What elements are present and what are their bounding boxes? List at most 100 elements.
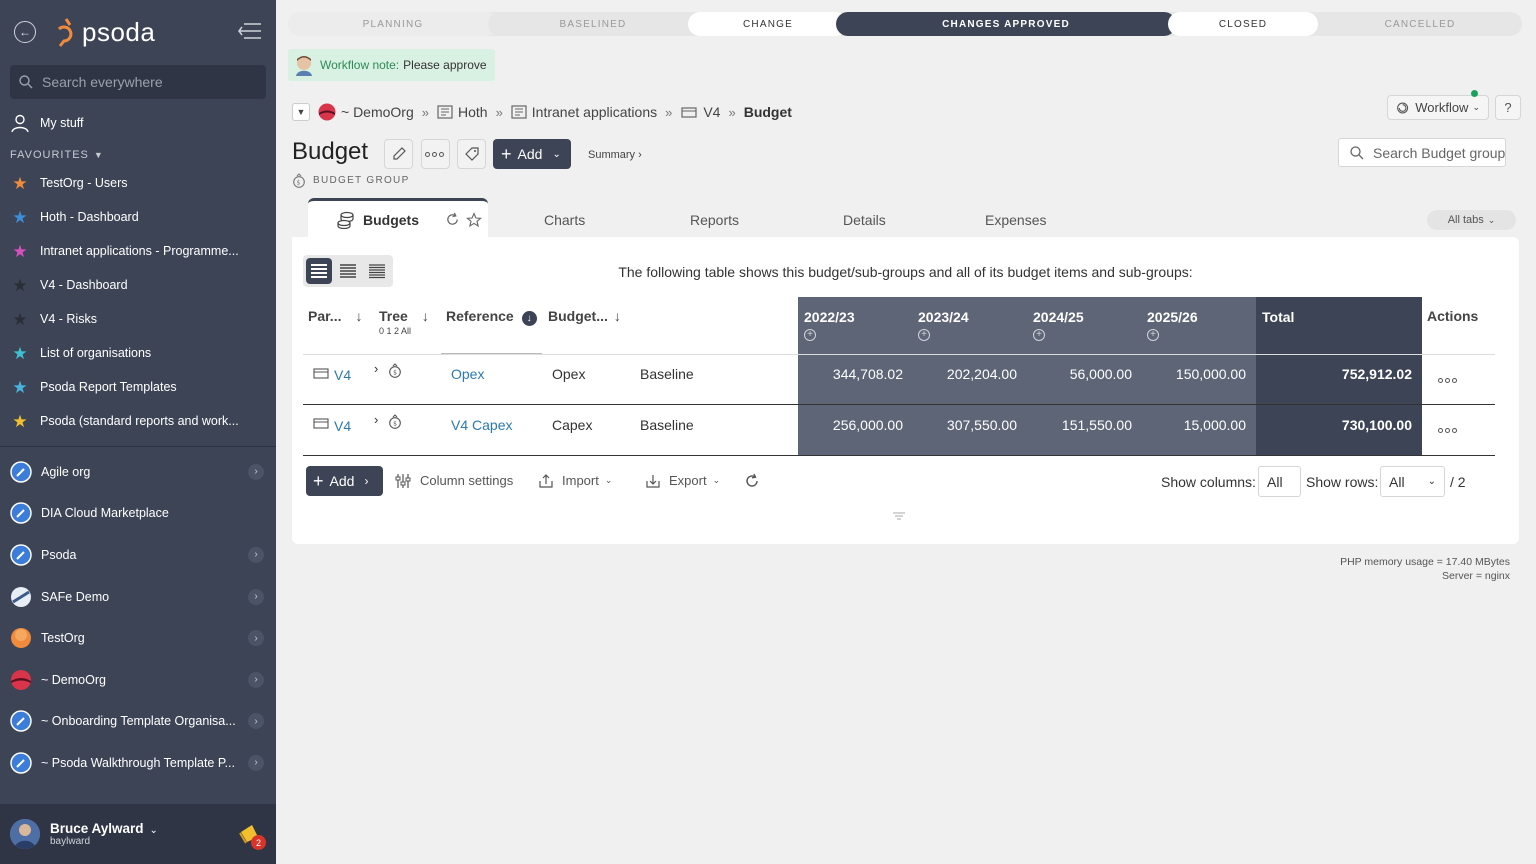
chevron-down-icon[interactable]: ⌄ [150,825,158,836]
row-actions-button[interactable] [1438,373,1460,387]
plus-icon: + [501,144,512,164]
import-button[interactable]: Import ⌄ [538,466,612,495]
stage-baselined: BASELINED [488,12,698,36]
back-icon[interactable]: ← [14,21,36,43]
tag-button[interactable] [457,139,486,169]
workflow-label: Workflow [1415,100,1469,115]
favourite-item[interactable]: ★ Psoda Report Templates [0,370,276,404]
breadcrumb-programme[interactable]: Intranet applications [532,104,657,120]
org-item[interactable]: DIA Cloud Marketplace [0,493,276,535]
reference-link[interactable]: V4 Capex [451,417,512,433]
more-options-button[interactable] [421,139,450,169]
add-row-button[interactable]: + Add › [306,466,383,496]
org-item[interactable]: Agile org › [0,451,276,493]
workflow-button[interactable]: Workflow ⌄ [1387,90,1489,120]
expand-plus-icon[interactable]: + [1147,329,1159,341]
breadcrumb-project[interactable]: V4 [703,104,720,120]
favourite-item[interactable]: ★ Hoth - Dashboard [0,200,276,234]
tab-charts[interactable]: Charts [544,212,585,228]
pencil-circle-icon [10,752,32,774]
column-header-budget[interactable]: Budget... ↓ [548,308,621,365]
chevron-right-icon[interactable]: › [248,463,264,480]
favourite-item[interactable]: ★ V4 - Dashboard [0,268,276,302]
parent-link[interactable]: V4 [334,418,351,434]
expand-chevron-icon[interactable]: › [374,412,378,427]
chevron-right-icon[interactable]: › [248,630,264,647]
search-budget-group-input[interactable]: Search Budget group [1338,138,1506,167]
column-header-year[interactable]: 2025/26 + [1147,309,1198,341]
favourites-heading[interactable]: FAVOURITES ▼ [0,140,276,166]
column-header-tree[interactable]: Tree ↓ 0 1 2 All [379,308,429,365]
org-item[interactable]: TestOrg › [0,617,276,659]
column-header-year[interactable]: 2024/25 + [1033,309,1084,341]
refresh-table-button[interactable] [744,466,760,495]
tab-reports[interactable]: Reports [690,212,739,228]
column-settings-label: Column settings [420,473,514,488]
collapse-menu-icon[interactable] [238,22,262,40]
tab-expenses[interactable]: Expenses [985,212,1046,228]
row-actions-button[interactable] [1438,423,1460,437]
avatar[interactable] [10,819,40,849]
workflow-note-label: Workflow note: [320,58,400,72]
chevron-right-icon[interactable]: › [248,588,264,605]
column-header-reference[interactable]: Reference ↓ [446,308,537,365]
add-button[interactable]: + Add ⌄ [493,139,571,169]
expand-chevron-icon[interactable]: › [374,361,378,376]
export-button[interactable]: Export ⌄ [645,466,720,495]
favourite-item[interactable]: ★ Intranet applications - Programme... [0,234,276,268]
chevron-right-icon[interactable]: › [248,546,264,563]
org-item[interactable]: SAFe Demo › [0,576,276,618]
year-value: 344,708.02 [832,366,903,382]
all-tabs-dropdown[interactable]: All tabs ⌄ [1427,210,1516,230]
chevron-right-icon[interactable]: › [248,713,264,730]
year-value: 150,000.00 [1175,366,1246,382]
breadcrumb-portfolio[interactable]: Hoth [458,104,488,120]
show-rows-select[interactable]: All ⌄ [1380,466,1445,497]
show-columns-select[interactable]: All [1258,466,1301,497]
star-outline-icon[interactable] [466,211,482,228]
chevron-down-icon: ⌄ [712,475,721,485]
search-placeholder: Search everywhere [42,74,163,90]
resize-handle-icon[interactable] [892,512,906,520]
parent-link[interactable]: V4 [334,367,351,383]
tree-level-selector[interactable]: 0 1 2 All [379,326,429,336]
show-columns-label: Show columns: [1161,474,1256,490]
org-item[interactable]: ~ Psoda Walkthrough Template P... › [0,742,276,784]
notifications-button[interactable]: 2 [238,822,266,850]
org-item[interactable]: Psoda › [0,534,276,576]
breadcrumb-toggle[interactable]: ▼ [292,103,310,121]
help-button[interactable]: ? [1495,95,1521,120]
refresh-icon[interactable] [445,212,460,227]
column-header-year[interactable]: 2022/23 + [804,309,855,341]
summary-link[interactable]: Summary › [588,149,642,161]
year-value: 202,204.00 [946,366,1017,382]
global-search-input[interactable]: Search everywhere [10,65,266,99]
favourite-item[interactable]: ★ TestOrg - Users [0,166,276,200]
money-bag-icon: $ [389,414,401,429]
reference-link[interactable]: Opex [451,366,484,382]
tab-budgets[interactable]: Budgets [308,198,488,238]
edit-button[interactable] [384,139,413,169]
favourite-item[interactable]: ★ List of organisations [0,336,276,370]
column-settings-button[interactable]: Column settings [394,466,513,495]
chevron-right-icon[interactable]: › [248,671,264,688]
expand-plus-icon[interactable]: + [804,329,816,341]
column-header-parent[interactable]: Par... ↓ [308,308,362,365]
breadcrumb-org[interactable]: ~ DemoOrg [341,104,414,120]
column-header-total[interactable]: Total [1262,309,1294,325]
psoda-logo[interactable]: psoda [52,17,155,48]
column-header-year[interactable]: 2023/24 + [918,309,969,341]
user-username: baylward [50,836,91,847]
total-value: 730,100.00 [1341,417,1412,433]
my-stuff-link[interactable]: My stuff [0,106,276,140]
user-panel[interactable]: Bruce Aylward ⌄ baylward 2 [0,804,276,864]
favourite-item[interactable]: ★ V4 - Risks [0,302,276,336]
expand-plus-icon[interactable]: + [1033,329,1045,341]
chevron-right-icon[interactable]: › [248,754,264,771]
org-item[interactable]: ~ DemoOrg › [0,659,276,701]
org-item[interactable]: ~ Onboarding Template Organisa... › [0,701,276,743]
favourite-item[interactable]: ★ Psoda (standard reports and work... [0,404,276,438]
tab-details[interactable]: Details [843,212,886,228]
expand-plus-icon[interactable]: + [918,329,930,341]
favourite-label: Psoda Report Templates [40,380,177,394]
